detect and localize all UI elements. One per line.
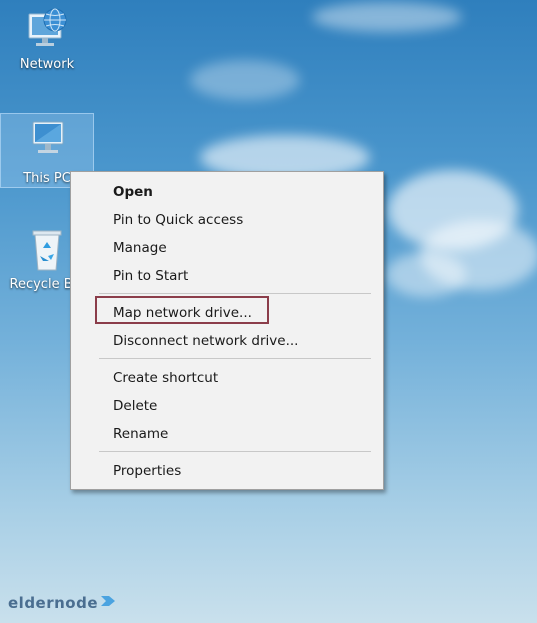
cloud <box>386 252 466 297</box>
menu-item-open[interactable]: Open <box>71 180 383 204</box>
eldernode-watermark: eldernode <box>8 592 117 614</box>
desktop-icon-label: Network <box>19 57 75 72</box>
network-globe-icon <box>23 6 71 54</box>
menu-item-create-shortcut[interactable]: Create shortcut <box>71 366 383 390</box>
menu-item-pin-to-quick-access[interactable]: Pin to Quick access <box>71 208 383 232</box>
context-menu: Open Pin to Quick access Manage Pin to S… <box>70 171 384 490</box>
watermark-text: eldernode <box>8 594 99 612</box>
menu-item-manage[interactable]: Manage <box>71 236 383 260</box>
menu-item-map-network-drive[interactable]: Map network drive... <box>71 301 383 325</box>
menu-separator <box>99 358 371 359</box>
computer-monitor-icon <box>23 120 71 168</box>
menu-separator <box>99 451 371 452</box>
menu-item-rename[interactable]: Rename <box>71 422 383 446</box>
cloud <box>190 60 300 100</box>
menu-item-properties[interactable]: Properties <box>71 459 383 483</box>
cloud <box>312 2 462 32</box>
desktop-icon-network[interactable]: Network <box>2 6 92 73</box>
arrow-right-icon <box>98 593 117 613</box>
menu-item-disconnect-network-drive[interactable]: Disconnect network drive... <box>71 329 383 353</box>
recycle-bin-icon <box>23 226 71 274</box>
menu-item-pin-to-start[interactable]: Pin to Start <box>71 264 383 288</box>
menu-separator <box>99 293 371 294</box>
menu-item-delete[interactable]: Delete <box>71 394 383 418</box>
desktop: Network This PC Recycle Bin Open Pin to … <box>0 0 537 623</box>
